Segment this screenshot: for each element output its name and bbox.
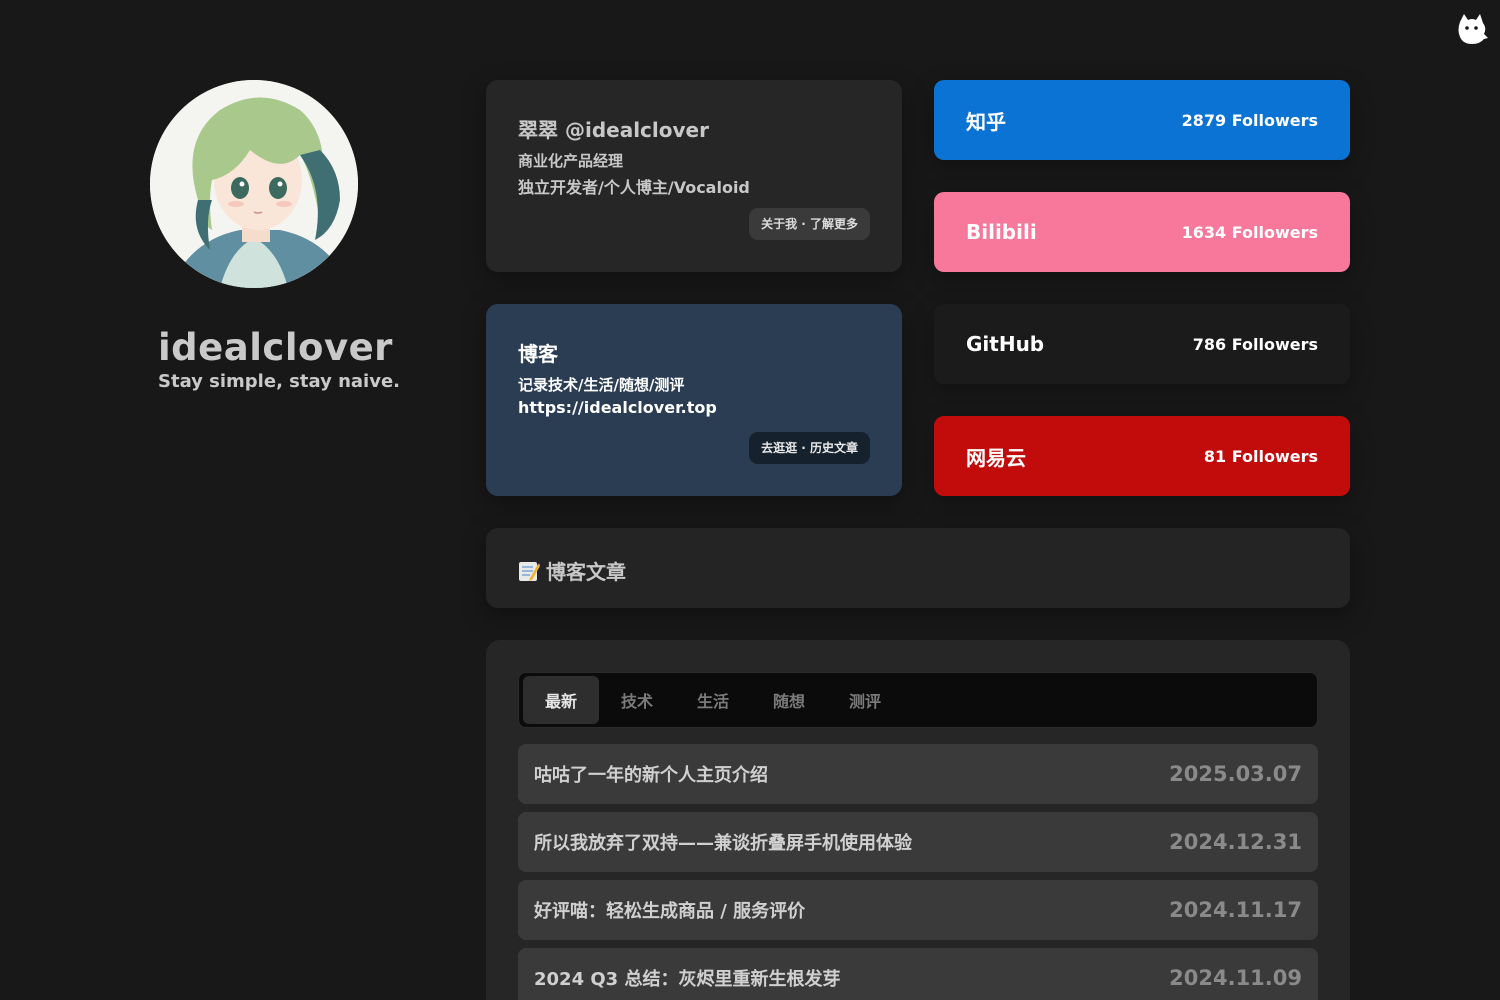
post-title: 2024 Q3 总结：灰烬里重新生根发芽 [534, 969, 841, 990]
social-followers: 786 Followers [1192, 334, 1318, 354]
tab-latest[interactable]: 最新 [523, 676, 599, 724]
post-title: 咕咕了一年的新个人主页介绍 [534, 765, 768, 786]
blog-posts-header: 博客文章 [486, 528, 1350, 608]
post-item[interactable]: 好评喵：轻松生成商品 / 服务评价 2024.11.17 [518, 880, 1318, 940]
social-card-bilibili[interactable]: Bilibili 1634 Followers [934, 192, 1350, 272]
intro-card: 翠翠 @idealclover 商业化产品经理 独立开发者/个人博主/Vocal… [486, 80, 902, 272]
post-title: 好评喵：轻松生成商品 / 服务评价 [534, 901, 806, 922]
post-item[interactable]: 咕咕了一年的新个人主页介绍 2025.03.07 [518, 744, 1318, 804]
social-card-netease[interactable]: 网易云 81 Followers [934, 416, 1350, 496]
social-card-zhihu[interactable]: 知乎 2879 Followers [934, 80, 1350, 160]
social-followers: 1634 Followers [1181, 222, 1318, 242]
social-name: 网易云 [966, 445, 1026, 470]
memo-icon [518, 560, 541, 582]
about-me-button[interactable]: 关于我 · 了解更多 [749, 208, 870, 240]
tab-tech[interactable]: 技术 [599, 676, 675, 724]
page: idealclover Stay simple, stay naive. 翠翠 … [0, 0, 1500, 1000]
section-title-text: 博客文章 [546, 560, 626, 584]
social-followers: 2879 Followers [1181, 110, 1318, 130]
posts-panel: 最新 技术 生活 随想 测评 咕咕了一年的新个人主页介绍 2025.03.07 … [486, 640, 1350, 1000]
social-name: Bilibili [966, 220, 1037, 244]
post-item[interactable]: 2024 Q3 总结：灰烬里重新生根发芽 2024.11.09 [518, 948, 1318, 1000]
profile-name: idealclover [158, 326, 393, 369]
social-followers: 81 Followers [1203, 446, 1318, 466]
blog-card-line: 记录技术/生活/随想/测评 [518, 376, 685, 394]
post-date: 2025.03.07 [1169, 762, 1302, 786]
profile-motto: Stay simple, stay naive. [158, 371, 400, 392]
social-name: 知乎 [966, 109, 1006, 134]
post-item[interactable]: 所以我放弃了双持——兼谈折叠屏手机使用体验 2024.12.31 [518, 812, 1318, 872]
intro-card-line: 独立开发者/个人博主/Vocaloid [518, 178, 750, 197]
social-name: GitHub [966, 332, 1045, 356]
post-title: 所以我放弃了双持——兼谈折叠屏手机使用体验 [534, 833, 912, 854]
tab-thoughts[interactable]: 随想 [751, 676, 827, 724]
cat-icon[interactable] [1454, 12, 1490, 48]
post-date: 2024.11.17 [1169, 898, 1302, 922]
avatar [150, 80, 358, 288]
section-title: 博客文章 [518, 556, 626, 585]
category-tabs: 最新 技术 生活 随想 测评 [518, 672, 1318, 728]
history-posts-button[interactable]: 去逛逛 · 历史文章 [749, 432, 870, 464]
social-card-github[interactable]: GitHub 786 Followers [934, 304, 1350, 384]
post-date: 2024.11.09 [1169, 966, 1302, 990]
intro-card-line: 商业化产品经理 [518, 152, 624, 170]
blog-card-url[interactable]: https://idealclover.top [518, 398, 717, 417]
blog-card-title: 博客 [518, 342, 558, 366]
tab-reviews[interactable]: 测评 [827, 676, 903, 724]
tab-life[interactable]: 生活 [675, 676, 751, 724]
intro-card-title: 翠翠 @idealclover [518, 118, 709, 142]
blog-card[interactable]: 博客 记录技术/生活/随想/测评 https://idealclover.top… [486, 304, 902, 496]
post-date: 2024.12.31 [1169, 830, 1302, 854]
